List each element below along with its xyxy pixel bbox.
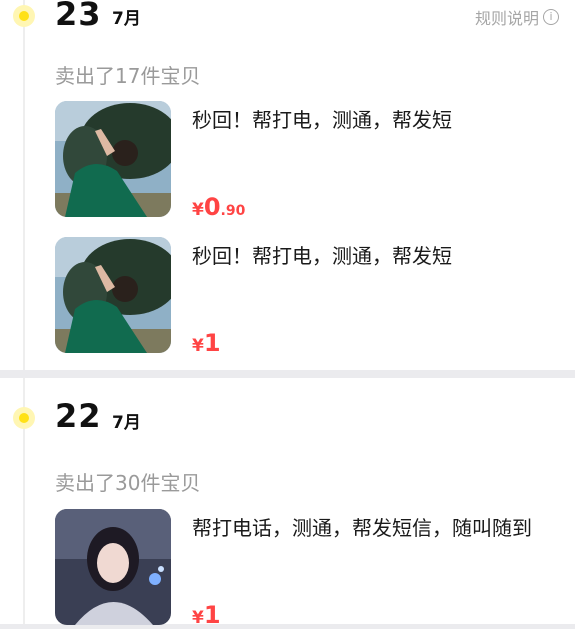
- product-price: ¥1: [192, 329, 221, 357]
- timeline-line: [23, 0, 25, 370]
- month-label: 7月: [112, 9, 141, 29]
- day-number: 23: [55, 0, 102, 33]
- sales-day-card-23: 23 7月 规则说明 i 卖出了17件宝贝 秒回！帮打电，测通，帮发短 ¥0.9…: [0, 0, 575, 370]
- product-item[interactable]: 秒回！帮打电，测通，帮发短 ¥0.90: [55, 101, 560, 221]
- timeline-dot: [13, 5, 35, 27]
- timeline-dot: [13, 407, 35, 429]
- product-thumbnail[interactable]: [55, 101, 171, 217]
- product-price: ¥0.90: [192, 193, 246, 221]
- sold-count: 卖出了30件宝贝: [55, 471, 201, 495]
- month-label: 7月: [112, 413, 141, 433]
- product-item[interactable]: 秒回！帮打电，测通，帮发短 ¥1: [55, 237, 560, 357]
- product-title: 帮打电话，测通，帮发短信，随叫随到: [192, 516, 532, 540]
- product-thumbnail[interactable]: [55, 509, 171, 625]
- product-title: 秒回！帮打电，测通，帮发短: [192, 244, 452, 268]
- sales-day-card-22: 22 7月 卖出了30件宝贝 帮打电话，测通，帮发短信，随叫随到 ¥1: [0, 378, 575, 629]
- product-price: ¥1: [192, 601, 221, 629]
- sold-count: 卖出了17件宝贝: [55, 64, 201, 88]
- rules-link[interactable]: 规则说明 i: [475, 5, 559, 29]
- product-item[interactable]: 帮打电话，测通，帮发短信，随叫随到 ¥1: [55, 509, 560, 629]
- product-thumbnail[interactable]: [55, 237, 171, 353]
- rules-label: 规则说明: [474, 9, 539, 28]
- day-number: 22: [55, 397, 102, 435]
- info-circle-icon: i: [543, 9, 559, 25]
- product-title: 秒回！帮打电，测通，帮发短: [192, 108, 452, 132]
